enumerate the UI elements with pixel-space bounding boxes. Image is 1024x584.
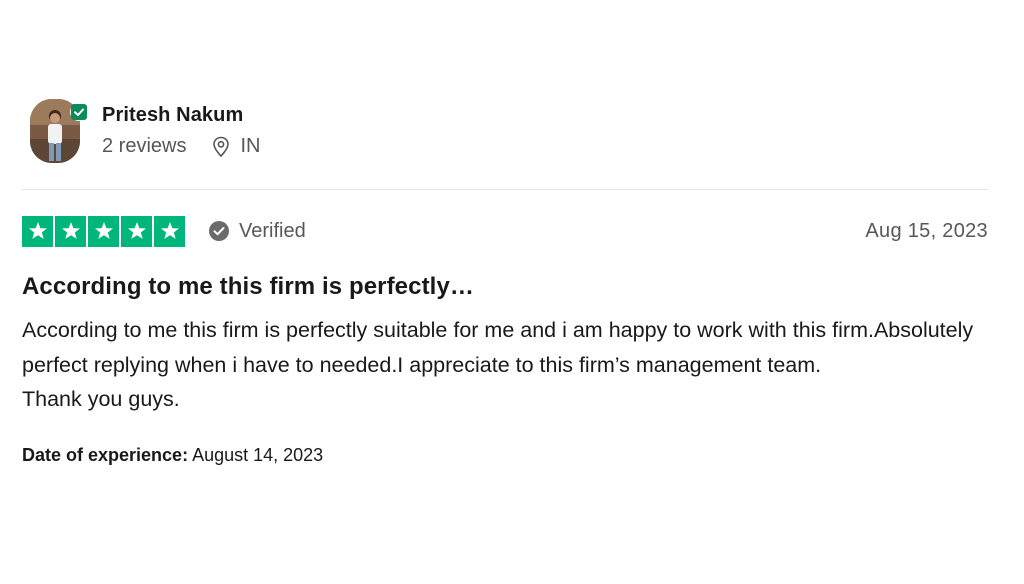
- star-rating: [22, 215, 185, 247]
- reviewer-meta: 2 reviews IN: [102, 135, 260, 158]
- star-icon: [88, 215, 119, 247]
- review-body-line: Thank you guys.: [22, 387, 180, 411]
- review-date: Aug 15, 2023: [865, 219, 988, 242]
- rating-row: Verified Aug 15, 2023: [22, 215, 988, 247]
- experience-label: Date of experience:: [22, 444, 189, 465]
- reviewer-location: IN: [212, 135, 260, 158]
- star-icon: [22, 215, 53, 247]
- reviews-count: 2 reviews: [102, 135, 187, 157]
- reviewer-country: IN: [240, 135, 261, 157]
- reviewer-header: Pritesh Nakum 2 reviews IN: [22, 96, 988, 166]
- reviewer-name[interactable]: Pritesh Nakum: [102, 104, 260, 127]
- avatar-container[interactable]: [30, 99, 88, 163]
- review-body-line: According to me this firm is perfectly s…: [22, 318, 974, 377]
- verified-check-icon: [209, 221, 229, 241]
- verified-label[interactable]: Verified: [209, 220, 306, 243]
- location-pin-icon: [213, 136, 230, 157]
- review-body: According to me this firm is perfectly s…: [22, 313, 988, 417]
- experience-date: August 14, 2023: [192, 444, 324, 465]
- star-icon: [154, 215, 185, 247]
- review-title[interactable]: According to me this firm is perfectly…: [22, 273, 988, 301]
- divider: [22, 189, 988, 190]
- star-icon: [55, 215, 86, 247]
- verified-user-badge-icon: [70, 103, 88, 121]
- date-of-experience: Date of experience: August 14, 2023: [22, 445, 988, 466]
- review-card: Pritesh Nakum 2 reviews IN Verified Aug …: [22, 96, 988, 466]
- verified-text: Verified: [239, 219, 306, 242]
- star-icon: [121, 215, 152, 247]
- reviewer-info: Pritesh Nakum 2 reviews IN: [102, 104, 260, 158]
